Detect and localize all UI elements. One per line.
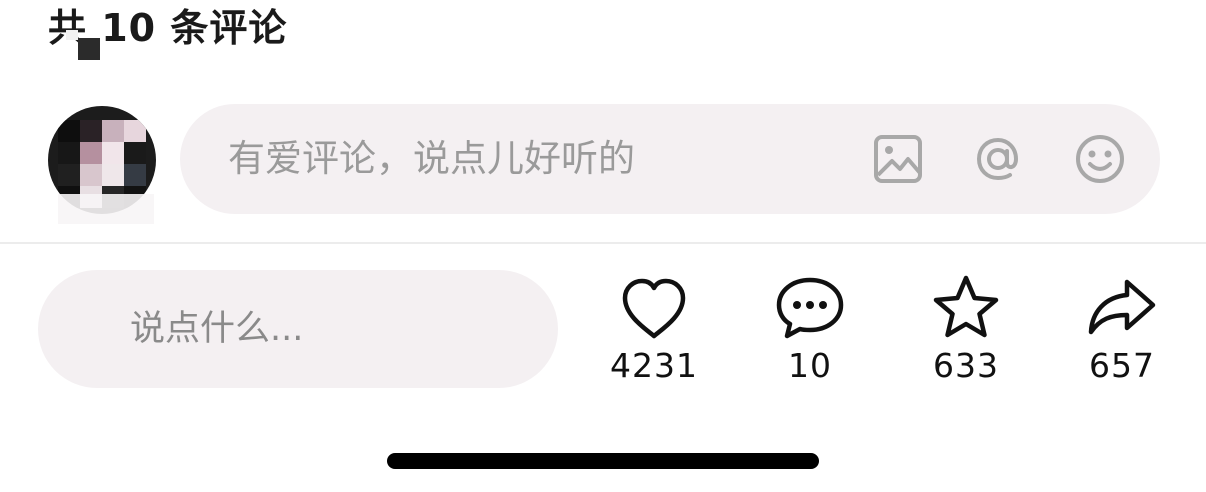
share-button[interactable]: 657 — [1052, 272, 1192, 390]
at-icon[interactable] — [968, 129, 1028, 189]
image-icon[interactable] — [868, 129, 928, 189]
emoji-icon[interactable] — [1070, 129, 1130, 189]
like-button[interactable]: 4231 — [584, 272, 724, 390]
comment-count: 10 — [788, 346, 832, 385]
star-icon — [933, 275, 999, 338]
comment-button[interactable]: 10 — [740, 272, 880, 390]
bottom-comment-input[interactable]: 说点什么... — [38, 270, 558, 388]
share-count: 657 — [1089, 346, 1155, 385]
bottom-comment-placeholder: 说点什么... — [130, 309, 304, 349]
favorite-button[interactable]: 633 — [896, 272, 1036, 390]
comment-input[interactable]: 有爱评论，说点儿好听的 — [180, 104, 1160, 214]
comment-bubble-icon — [776, 277, 844, 339]
home-indicator[interactable] — [387, 453, 819, 469]
pixelated-overlay — [66, 30, 100, 60]
divider — [0, 242, 1206, 244]
share-icon — [1088, 279, 1156, 335]
comment-input-placeholder: 有爱评论，说点儿好听的 — [228, 137, 635, 180]
heart-icon — [622, 278, 686, 339]
like-count: 4231 — [610, 346, 698, 385]
avatar-blur-overlay — [58, 194, 154, 224]
favorite-count: 633 — [933, 346, 999, 385]
